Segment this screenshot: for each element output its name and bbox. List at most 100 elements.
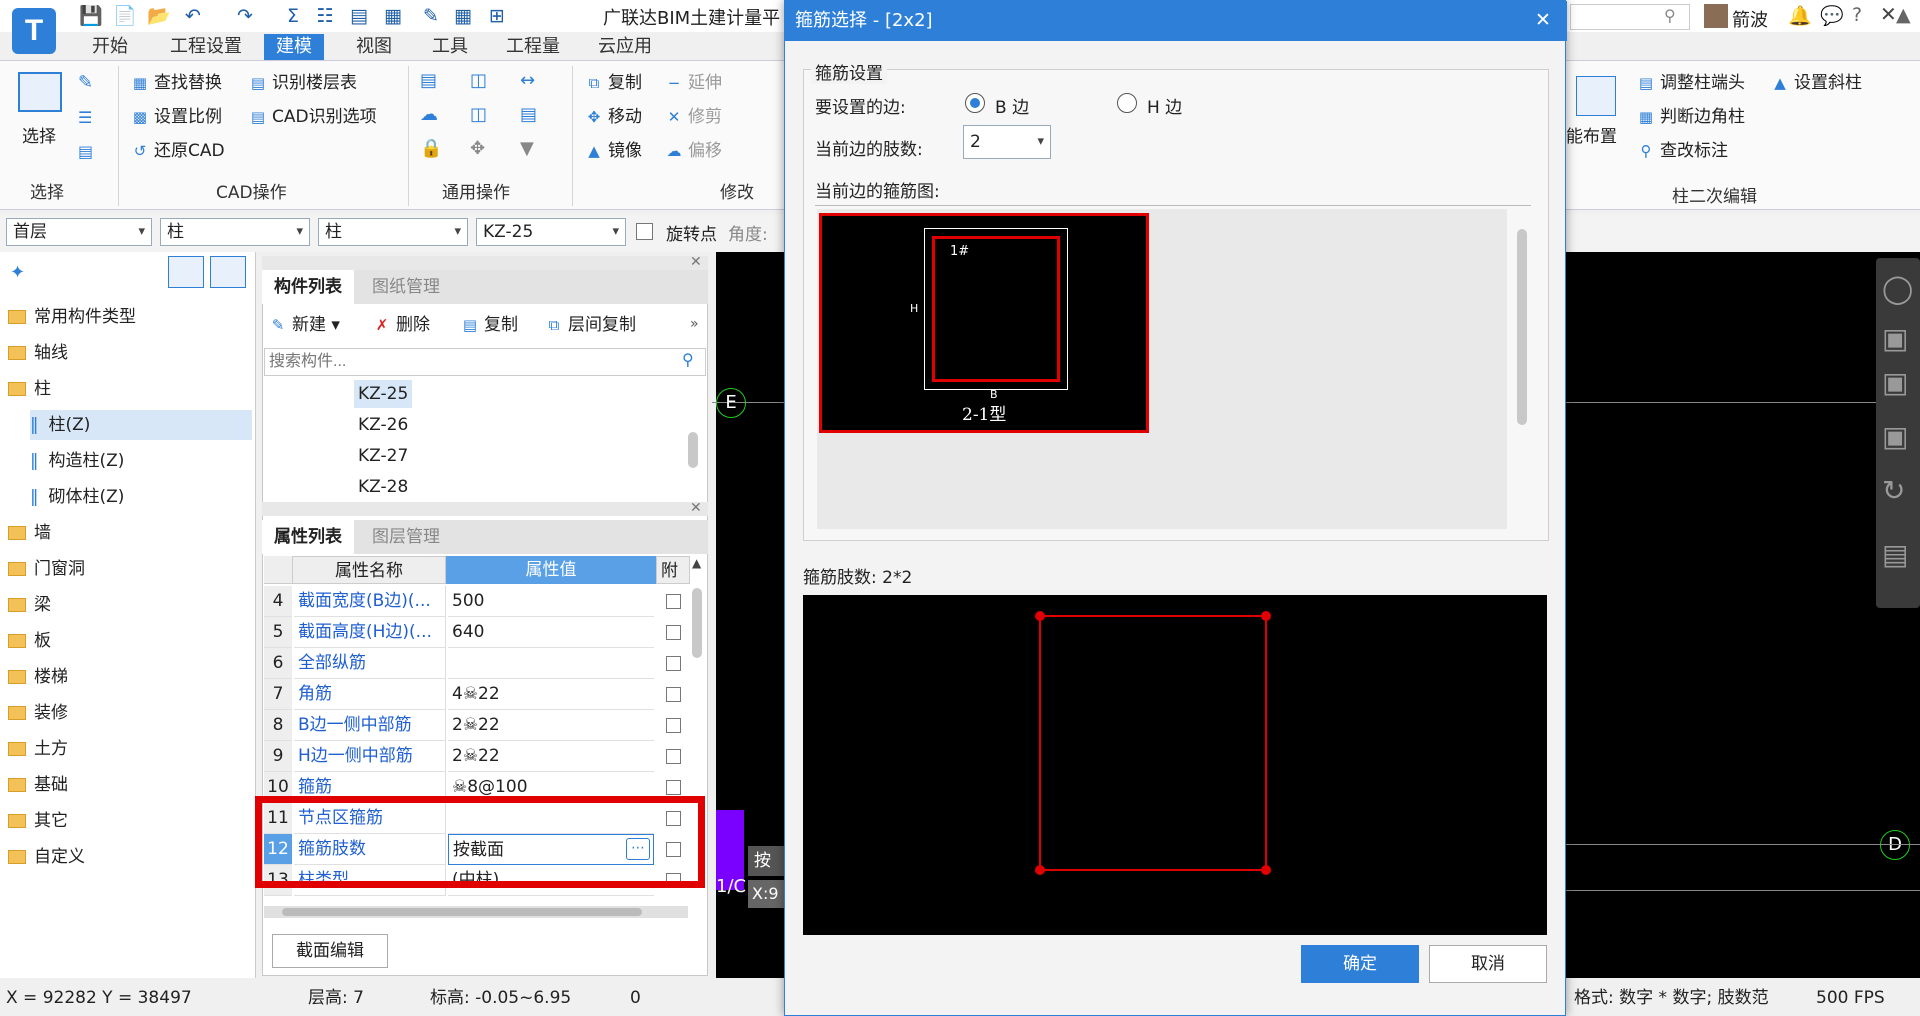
copy-component-button[interactable]: ▤ 复制 — [460, 312, 518, 338]
component-scrollbar[interactable] — [688, 432, 698, 468]
tree-view-icon[interactable] — [210, 256, 246, 288]
group-modify-label[interactable]: 修改 — [720, 178, 754, 203]
tab-quantity[interactable]: 工程量 — [494, 34, 572, 60]
tab-layer-management[interactable]: 图层管理 — [360, 520, 452, 554]
report-icon[interactable]: ☷ — [312, 4, 338, 28]
chat-icon[interactable]: 💬 — [1820, 4, 1844, 27]
property-value[interactable]: 2☠22 — [448, 741, 654, 772]
component-select[interactable]: KZ-25 — [476, 218, 626, 246]
check-label-button[interactable]: ⚲ 查改标注 — [1636, 138, 1729, 164]
attachment-header[interactable]: 附 — [656, 556, 690, 584]
property-value[interactable]: 2☠22 — [448, 710, 654, 741]
tree-item[interactable]: 装修 — [8, 698, 252, 728]
attach-checkbox[interactable] — [666, 718, 681, 733]
rotate-point-checkbox[interactable] — [636, 223, 653, 240]
property-name[interactable]: 角筋 — [294, 679, 446, 710]
pin-icon[interactable]: ▲ — [1896, 4, 1911, 26]
smart-layout-button[interactable]: 能布置 — [1566, 124, 1617, 150]
snap-icon[interactable]: ✥ — [470, 138, 485, 159]
tab-cloud[interactable]: 云应用 — [586, 34, 664, 60]
top-view-icon[interactable]: ▣ — [1882, 366, 1908, 399]
filter-icon[interactable]: ▼ — [520, 138, 534, 159]
select-button[interactable]: 选择 — [22, 124, 56, 150]
horizontal-scroll-thumb[interactable] — [282, 908, 642, 916]
axis-label-e-left[interactable]: E — [716, 388, 746, 418]
open-folder-icon[interactable]: 📂 — [146, 4, 172, 28]
avatar[interactable] — [1704, 4, 1728, 28]
floor-select[interactable]: 首层 — [6, 218, 152, 246]
dimension-icon[interactable]: ↔ — [520, 70, 535, 91]
set-slant-column-button[interactable]: ▲ 设置斜柱 — [1770, 70, 1862, 96]
group-general-label[interactable]: 通用操作 — [442, 178, 510, 203]
tree-item[interactable]: 轴线 — [8, 338, 252, 368]
calc-icon[interactable]: ▦ — [380, 4, 406, 28]
property-name-header[interactable]: 属性名称 — [292, 556, 446, 584]
section-edit-button[interactable]: 截面编辑 — [272, 934, 388, 968]
group-select-label[interactable]: 选择 — [30, 178, 64, 203]
radio-h-side[interactable] — [1117, 93, 1137, 113]
axis-label-d[interactable]: D — [1880, 830, 1910, 860]
attach-checkbox[interactable] — [666, 749, 681, 764]
attach-checkbox[interactable] — [666, 625, 681, 640]
property-value[interactable]: 640 — [448, 617, 654, 648]
layer-view-icon[interactable]: ▤ — [1882, 538, 1908, 571]
list-view-icon[interactable] — [168, 256, 204, 288]
option-b-label[interactable]: B 边 — [995, 93, 1029, 118]
legs-select[interactable]: 2 — [963, 125, 1051, 159]
attach-checkbox[interactable] — [666, 656, 681, 671]
sum-icon[interactable]: Σ — [280, 4, 306, 28]
pen-icon[interactable]: ✎ — [418, 4, 444, 28]
offset-button[interactable]: ☁ 偏移 — [664, 138, 723, 164]
property-scrollbar[interactable] — [692, 588, 702, 658]
tab-tools[interactable]: 工具 — [420, 34, 480, 60]
smart-layout-icon[interactable] — [1576, 76, 1616, 116]
tree-item[interactable]: 墙 — [8, 518, 252, 548]
property-value[interactable] — [448, 648, 654, 679]
dialog-close-icon[interactable]: ✕ — [1535, 9, 1551, 31]
property-value-header[interactable]: 属性值 — [446, 556, 656, 584]
app-logo[interactable]: T — [12, 8, 56, 54]
orbit-icon[interactable]: ◯ — [1882, 272, 1913, 305]
type-select[interactable]: 柱 — [318, 218, 468, 246]
tree-item[interactable]: 常用构件类型 — [8, 302, 252, 332]
tree-item[interactable]: 门窗洞 — [8, 554, 252, 584]
component-list-item[interactable]: KZ-28 — [354, 473, 412, 501]
close-panel-icon[interactable]: ✕ — [690, 254, 702, 270]
grid-icon[interactable]: ▦ — [450, 4, 476, 28]
property-value[interactable]: 500 — [448, 586, 654, 617]
property-name[interactable]: 截面高度(H边)(... — [294, 617, 446, 648]
ok-button[interactable]: 确定 — [1301, 945, 1419, 983]
panel-icon[interactable]: ▤ — [520, 104, 537, 125]
component-list-item[interactable]: KZ-25 — [354, 380, 413, 408]
property-name[interactable]: 截面宽度(B边)(... — [294, 586, 446, 617]
tab-component-list[interactable]: 构件列表 — [262, 270, 354, 304]
component-list-item[interactable]: KZ-26 — [354, 411, 412, 439]
add-icon[interactable]: ✦ — [10, 262, 25, 283]
property-value[interactable]: 4☠22 — [448, 679, 654, 710]
group-cad-label[interactable]: CAD操作 — [216, 178, 287, 203]
save-icon[interactable]: 💾 — [78, 4, 104, 28]
property-name[interactable]: 全部纵筋 — [294, 648, 446, 679]
cad-identify-options-button[interactable]: ▤ CAD识别选项 — [248, 104, 377, 130]
list-icon[interactable]: ☰ — [78, 108, 92, 127]
adjust-column-end-button[interactable]: ▤ 调整柱端头 — [1636, 70, 1745, 96]
category-select[interactable]: 柱 — [160, 218, 310, 246]
floor-copy-button[interactable]: ⧉ 层间复制 — [544, 312, 636, 338]
new-file-icon[interactable]: 📄 — [112, 4, 138, 28]
tree-item[interactable]: 基础 — [8, 770, 252, 800]
tree-item[interactable]: 土方 — [8, 734, 252, 764]
attach-checkbox[interactable] — [666, 594, 681, 609]
set-scale-button[interactable]: ▩ 设置比例 — [130, 104, 222, 130]
restore-cad-button[interactable]: ↺ 还原CAD — [130, 138, 225, 164]
tree-item[interactable]: 梁 — [8, 590, 252, 620]
close-window-icon[interactable]: ✕ — [1880, 2, 1897, 26]
tab-start[interactable]: 开始 — [80, 34, 140, 60]
tab-project-settings[interactable]: 工程设置 — [158, 34, 254, 60]
select-tool-icon[interactable] — [18, 72, 62, 112]
help-icon[interactable]: ? — [1852, 4, 1862, 26]
tab-property-list[interactable]: 属性列表 — [262, 520, 354, 554]
align-icon[interactable]: ◫ — [470, 104, 487, 125]
rotate-view-icon[interactable]: ↻ — [1882, 474, 1905, 507]
tree-item[interactable]: 柱 — [8, 374, 252, 404]
identify-floor-table-button[interactable]: ▤ 识别楼层表 — [248, 70, 357, 96]
